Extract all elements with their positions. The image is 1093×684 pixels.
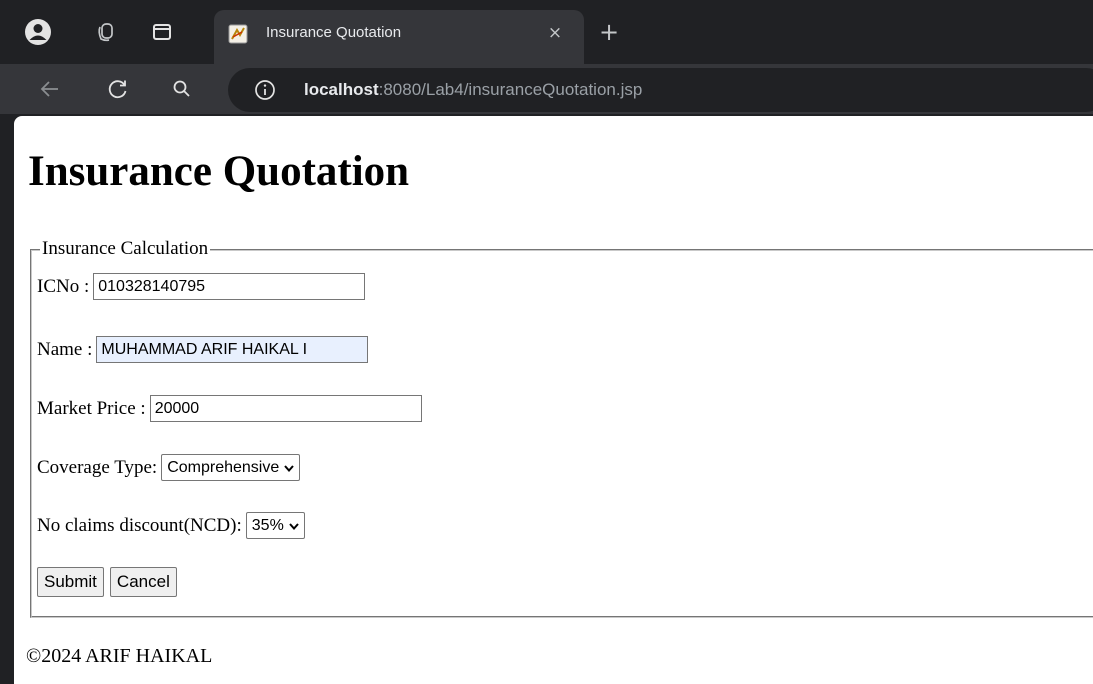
tab-search-icon[interactable]	[146, 16, 178, 48]
button-row: Submit Cancel	[37, 567, 183, 597]
market-price-label: Market Price :	[37, 397, 146, 419]
icno-input[interactable]: 010328140795	[93, 273, 366, 300]
name-row: Name : MUHAMMAD ARIF HAIKAL I	[37, 336, 369, 363]
coverage-label: Coverage Type:	[37, 456, 158, 478]
url-host: localhost	[304, 80, 379, 99]
coverage-row: Coverage Type: Comprehensive	[37, 454, 301, 481]
ncd-row: No claims discount(NCD): 35%	[37, 512, 305, 539]
chevron-down-icon	[289, 522, 299, 530]
new-tab-icon[interactable]: +	[598, 20, 620, 44]
page-title: Insurance Quotation	[28, 148, 410, 195]
favicon-icon	[228, 24, 248, 44]
profile-icon[interactable]	[22, 16, 54, 48]
chevron-down-icon	[284, 464, 295, 472]
address-bar[interactable]: localhost:8080/Lab4/insuranceQuotation.j…	[228, 68, 1093, 112]
search-icon[interactable]	[166, 73, 198, 105]
icno-label: ICNo :	[37, 275, 90, 297]
reload-icon[interactable]	[102, 73, 134, 105]
insurance-fieldset	[30, 249, 1093, 618]
coverage-selected: Comprehensive	[167, 459, 280, 476]
url-path: :8080/Lab4/insuranceQuotation.jsp	[378, 80, 643, 99]
active-tab[interactable]: Insurance Quotation ×	[214, 10, 584, 64]
info-icon[interactable]	[254, 79, 276, 101]
ncd-label: No claims discount(NCD):	[37, 514, 242, 536]
name-input[interactable]: MUHAMMAD ARIF HAIKAL I	[96, 336, 369, 363]
submit-button[interactable]: Submit	[37, 567, 104, 597]
footer-copyright: ©2024 ARIF HAIKAL	[26, 645, 213, 667]
tab-strip: Insurance Quotation × +	[0, 0, 1093, 64]
ncd-select[interactable]: 35%	[245, 512, 305, 539]
browser-toolbar: localhost:8080/Lab4/insuranceQuotation.j…	[0, 64, 1093, 114]
coverage-select[interactable]: Comprehensive	[161, 454, 301, 481]
page-viewport: Insurance Quotation Insurance Calculatio…	[14, 116, 1093, 684]
url-text: localhost:8080/Lab4/insuranceQuotation.j…	[304, 79, 642, 101]
ncd-selected: 35%	[251, 517, 284, 534]
icno-row: ICNo : 010328140795	[37, 273, 366, 300]
fieldset-legend: Insurance Calculation	[40, 238, 211, 260]
market-price-input[interactable]: 20000	[149, 395, 422, 422]
back-arrow-icon[interactable]	[34, 73, 66, 105]
cancel-button[interactable]: Cancel	[109, 567, 177, 597]
tab-groups-icon[interactable]	[90, 16, 122, 48]
close-tab-icon[interactable]: ×	[544, 22, 566, 44]
market-price-row: Market Price : 20000	[37, 395, 422, 422]
tab-title: Insurance Quotation	[266, 24, 402, 41]
name-label: Name :	[37, 338, 93, 360]
